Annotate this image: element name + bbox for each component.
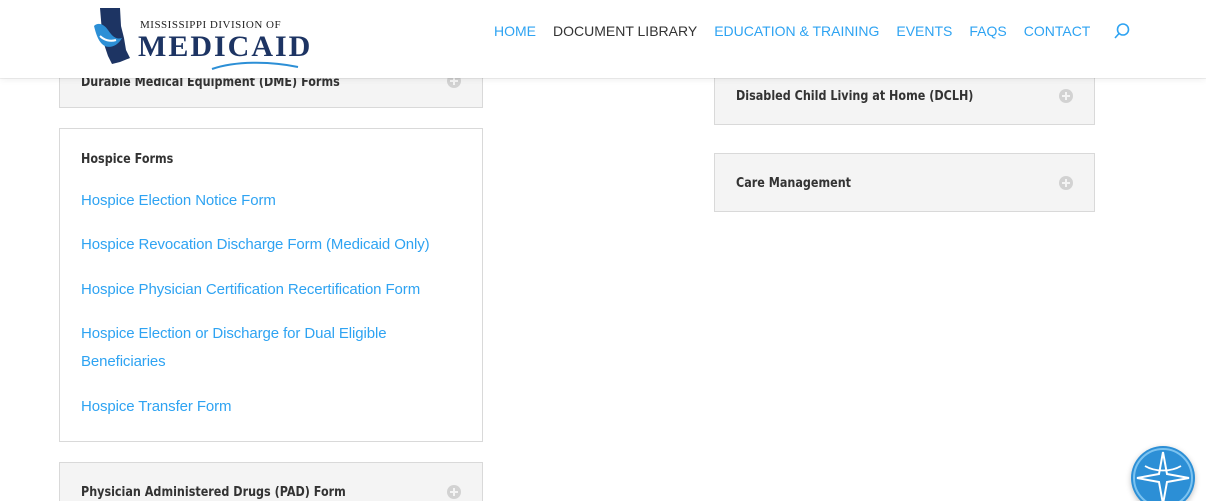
care-management-toggle[interactable]: Care Management xyxy=(714,153,1095,212)
nav-education-training[interactable]: EDUCATION & TRAINING xyxy=(714,23,879,39)
care-management-title: Care Management xyxy=(736,176,852,191)
pad-form-toggle[interactable]: Physician Administered Drugs (PAD) Form xyxy=(59,462,483,501)
dclh-title: Disabled Child Living at Home (DCLH) xyxy=(736,89,974,104)
accessibility-compass-icon xyxy=(1133,448,1193,501)
nav-home[interactable]: HOME xyxy=(494,23,536,39)
search-icon[interactable] xyxy=(1113,22,1131,40)
hospice-dual-eligible-link[interactable]: Hospice Election or Discharge for Dual E… xyxy=(81,322,387,346)
medicaid-logo[interactable]: MISSISSIPPI DIVISION OF MEDICAID xyxy=(90,6,313,70)
plus-icon[interactable] xyxy=(1059,176,1073,190)
mississippi-state-logo-icon xyxy=(94,8,130,64)
hospice-forms-title: Hospice Forms xyxy=(81,152,174,167)
logo-title: MEDICAID xyxy=(138,30,313,63)
hospice-dual-eligible-link-cont[interactable]: Beneficiaries xyxy=(81,350,166,374)
hospice-transfer-link[interactable]: Hospice Transfer Form xyxy=(81,395,232,419)
hospice-revocation-discharge-link[interactable]: Hospice Revocation Discharge Form (Medic… xyxy=(81,233,430,257)
accessibility-button[interactable] xyxy=(1131,446,1195,501)
nav-events[interactable]: EVENTS xyxy=(896,23,952,39)
hospice-forms-toggle: Hospice Forms Hospice Election Notice Fo… xyxy=(59,128,483,442)
plus-icon[interactable] xyxy=(447,485,461,499)
main-nav: HOME DOCUMENT LIBRARY EDUCATION & TRAINI… xyxy=(494,22,1131,40)
pad-form-title: Physician Administered Drugs (PAD) Form xyxy=(81,485,346,500)
nav-contact[interactable]: CONTACT xyxy=(1024,23,1091,39)
nav-document-library[interactable]: DOCUMENT LIBRARY xyxy=(553,23,697,39)
plus-icon[interactable] xyxy=(1059,89,1073,103)
nav-faqs[interactable]: FAQS xyxy=(969,23,1006,39)
site-header: MISSISSIPPI DIVISION OF MEDICAID HOME DO… xyxy=(0,0,1206,78)
logo-swoosh-icon xyxy=(211,61,299,70)
hospice-election-notice-link[interactable]: Hospice Election Notice Form xyxy=(81,189,276,213)
hospice-physician-certification-link[interactable]: Hospice Physician Certification Recertif… xyxy=(81,278,420,302)
